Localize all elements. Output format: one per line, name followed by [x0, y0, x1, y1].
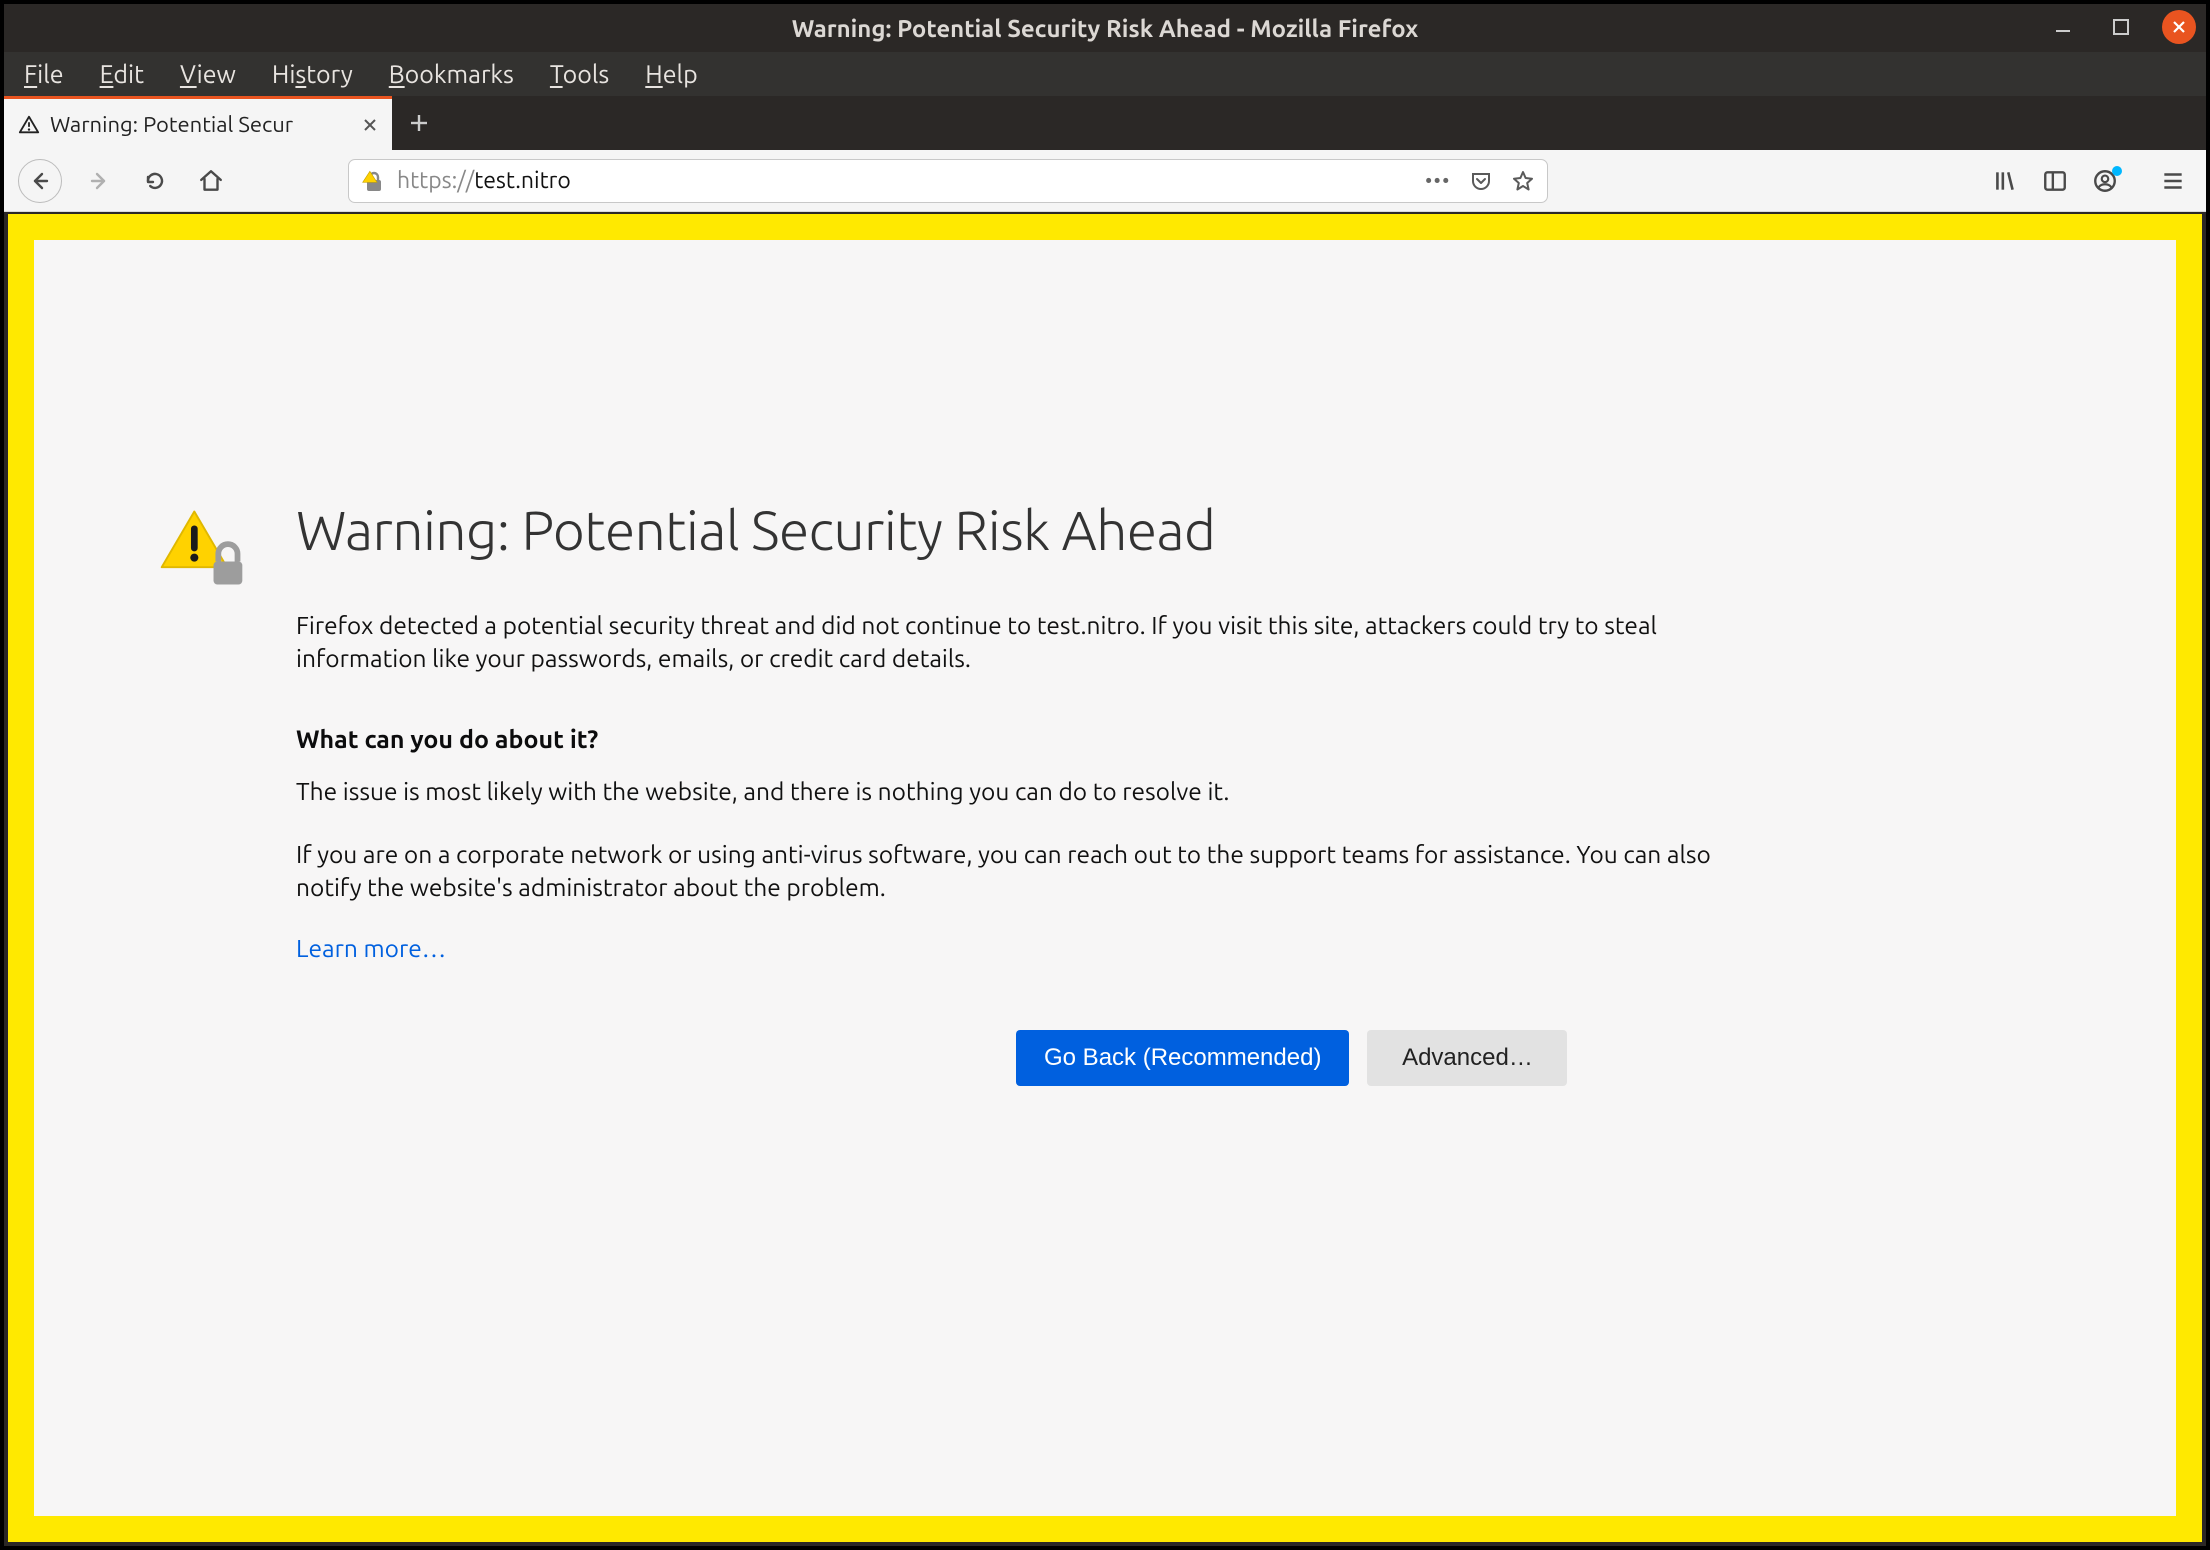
window-title: Warning: Potential Security Risk Ahead -… [792, 15, 1419, 42]
url-host: test.nitro [474, 168, 571, 193]
home-button[interactable] [192, 162, 230, 200]
browser-tab-active[interactable]: Warning: Potential Secur [4, 96, 392, 150]
window-titlebar: Warning: Potential Security Risk Ahead -… [4, 4, 2206, 52]
forward-button[interactable] [80, 162, 118, 200]
tab-title: Warning: Potential Secur [50, 112, 352, 137]
error-subheading: What can you do about it? [296, 725, 1794, 753]
warning-lock-icon [154, 500, 250, 1086]
menu-view[interactable]: View [180, 60, 236, 88]
menu-history[interactable]: History [272, 60, 353, 88]
url-scheme: https:// [397, 168, 474, 193]
error-advice-2: If you are on a corporate network or usi… [296, 838, 1756, 904]
pocket-icon[interactable] [1469, 169, 1493, 193]
reload-button[interactable] [136, 162, 174, 200]
advanced-button[interactable]: Advanced… [1367, 1030, 1567, 1086]
url-bar[interactable]: https://test.nitro ••• [348, 159, 1548, 203]
bookmark-star-icon[interactable] [1511, 169, 1535, 193]
error-advice-1: The issue is most likely with the websit… [296, 775, 1756, 808]
warning-icon [18, 114, 40, 136]
menu-bookmarks[interactable]: Bookmarks [389, 60, 514, 88]
app-menu-button[interactable] [2160, 168, 2186, 194]
back-button[interactable] [18, 159, 62, 203]
menu-file[interactable]: File [24, 60, 64, 88]
go-back-button[interactable]: Go Back (Recommended) [1016, 1030, 1349, 1086]
account-icon[interactable] [2092, 168, 2118, 194]
menu-edit[interactable]: Edit [100, 60, 144, 88]
neterror-page: Warning: Potential Security Risk Ahead F… [34, 240, 2176, 1516]
tab-strip: Warning: Potential Secur [4, 96, 2206, 150]
window-close-button[interactable] [2162, 10, 2196, 44]
page-actions-button[interactable]: ••• [1425, 171, 1451, 191]
maximize-button[interactable] [2104, 10, 2138, 44]
url-text[interactable]: https://test.nitro [397, 168, 1415, 193]
learn-more-link[interactable]: Learn more… [296, 934, 446, 962]
page-viewport: Warning: Potential Security Risk Ahead F… [8, 214, 2202, 1542]
error-heading: Warning: Potential Security Risk Ahead [296, 500, 1794, 561]
connection-insecure-icon[interactable] [361, 168, 387, 194]
menubar: File Edit View History Bookmarks Tools H… [4, 52, 2206, 96]
sidebar-icon[interactable] [2042, 168, 2068, 194]
menu-tools[interactable]: Tools [550, 60, 609, 88]
navigation-toolbar: https://test.nitro ••• [4, 150, 2206, 212]
new-tab-button[interactable] [392, 96, 446, 150]
minimize-button[interactable] [2046, 10, 2080, 44]
menu-help[interactable]: Help [645, 60, 697, 88]
error-description: Firefox detected a potential security th… [296, 609, 1756, 675]
library-icon[interactable] [1992, 168, 2018, 194]
tab-close-button[interactable] [362, 117, 378, 133]
